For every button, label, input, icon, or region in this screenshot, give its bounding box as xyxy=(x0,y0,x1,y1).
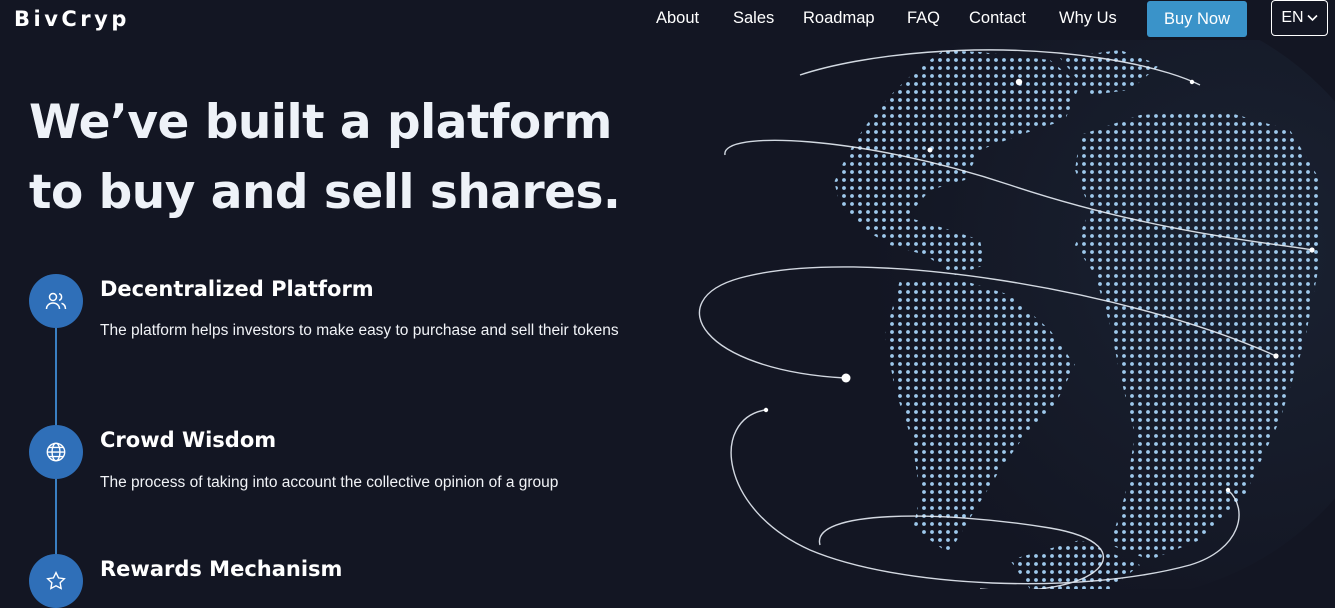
nav-roadmap[interactable]: Roadmap xyxy=(803,9,875,28)
brand-logo[interactable]: BivCryp xyxy=(14,7,130,31)
language-label: EN xyxy=(1281,9,1304,26)
feature-desc-crowd-wisdom: The process of taking into account the c… xyxy=(100,474,559,491)
nav-sales[interactable]: Sales xyxy=(733,9,774,28)
nav-faq[interactable]: FAQ xyxy=(907,9,940,28)
feature-title-crowd-wisdom: Crowd Wisdom xyxy=(100,428,277,452)
feature-icon-circle xyxy=(29,554,83,608)
hero-line-1: We’ve built a platform xyxy=(29,95,612,150)
feature-icon-circle xyxy=(29,274,83,328)
chevron-down-icon xyxy=(1307,14,1318,22)
globe-icon xyxy=(46,442,66,462)
feature-desc-decentralized: The platform helps investors to make eas… xyxy=(100,322,619,339)
users-icon xyxy=(45,292,67,310)
language-selector[interactable]: EN xyxy=(1271,0,1328,36)
nav-why-us[interactable]: Why Us xyxy=(1059,9,1117,28)
feature-title-decentralized: Decentralized Platform xyxy=(100,277,374,301)
feature-icon-circle xyxy=(29,425,83,479)
nav-contact[interactable]: Contact xyxy=(969,9,1026,28)
hero-line-2: to buy and sell shares. xyxy=(29,165,621,220)
buy-now-button[interactable]: Buy Now xyxy=(1147,1,1247,37)
dotted-globe-illustration xyxy=(698,40,1335,589)
top-navbar: BivCryp About Sales Roadmap FAQ Contact … xyxy=(0,0,1335,40)
hero-headline: We’ve built a platform to buy and sell s… xyxy=(29,88,679,228)
feature-title-rewards: Rewards Mechanism xyxy=(100,557,343,581)
nav-about[interactable]: About xyxy=(656,9,699,28)
